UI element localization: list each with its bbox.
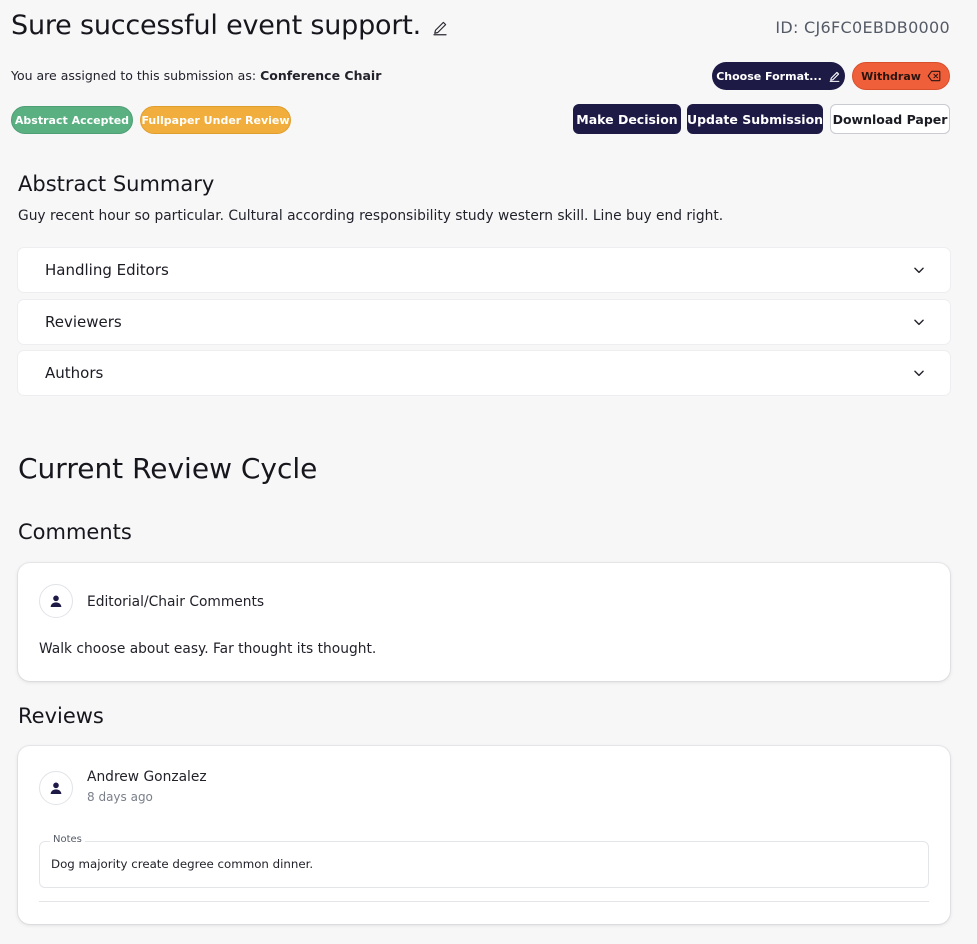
submission-id: ID: CJ6FC0EBDB0000 <box>775 18 950 37</box>
update-submission-button[interactable]: Update Submission <box>687 104 823 134</box>
current-review-cycle-heading: Current Review Cycle <box>18 452 318 485</box>
avatar <box>39 771 73 805</box>
notes-text: Dog majority create degree common dinner… <box>51 857 314 871</box>
assignment-text: You are assigned to this submission as: … <box>11 68 381 83</box>
assignment-role: Conference Chair <box>260 68 382 83</box>
abstract-summary-text: Guy recent hour so particular. Cultural … <box>18 208 724 224</box>
accordion-authors[interactable]: Authors <box>18 351 950 395</box>
comments-heading: Comments <box>18 520 132 544</box>
download-paper-button[interactable]: Download Paper <box>830 104 950 134</box>
choose-format-button[interactable]: Choose Format... <box>712 62 845 90</box>
notes-field[interactable]: Notes Dog majority create degree common … <box>39 834 929 888</box>
divider <box>39 901 929 902</box>
review-timestamp: 8 days ago <box>87 790 153 804</box>
accordion-label: Handling Editors <box>45 261 169 279</box>
reviewer-name: Andrew Gonzalez <box>87 769 207 785</box>
withdraw-label: Withdraw <box>861 69 921 83</box>
withdraw-button[interactable]: Withdraw <box>852 62 950 90</box>
notes-label: Notes <box>50 834 85 845</box>
comment-text: Walk choose about easy. Far thought its … <box>39 641 377 657</box>
review-card: Andrew Gonzalez 8 days ago Notes Dog maj… <box>18 746 950 924</box>
person-icon <box>50 595 62 607</box>
accordion-reviewers[interactable]: Reviewers <box>18 300 950 344</box>
accordion-label: Authors <box>45 364 104 382</box>
fullpaper-status-badge: Fullpaper Under Review <box>140 106 291 134</box>
assignment-prefix: You are assigned to this submission as: <box>11 68 257 83</box>
reviews-heading: Reviews <box>18 704 104 728</box>
make-decision-button[interactable]: Make Decision <box>573 104 681 134</box>
backspace-icon <box>927 70 941 82</box>
pencil-icon[interactable] <box>431 19 449 37</box>
person-icon <box>50 782 62 794</box>
page-title: Sure successful event support. <box>11 10 421 41</box>
chevron-down-icon <box>912 315 926 329</box>
pencil-icon <box>828 70 841 83</box>
avatar <box>39 584 73 618</box>
comment-heading: Editorial/Chair Comments <box>87 594 265 610</box>
title-row: Sure successful event support. <box>11 10 449 41</box>
abstract-status-badge: Abstract Accepted <box>11 106 133 134</box>
chevron-down-icon <box>912 366 926 380</box>
abstract-summary-heading: Abstract Summary <box>18 172 215 196</box>
comment-card: Editorial/Chair Comments Walk choose abo… <box>18 563 950 681</box>
accordion-label: Reviewers <box>45 313 122 331</box>
accordion-handling-editors[interactable]: Handling Editors <box>18 248 950 292</box>
choose-format-label: Choose Format... <box>716 69 822 83</box>
chevron-down-icon <box>912 263 926 277</box>
